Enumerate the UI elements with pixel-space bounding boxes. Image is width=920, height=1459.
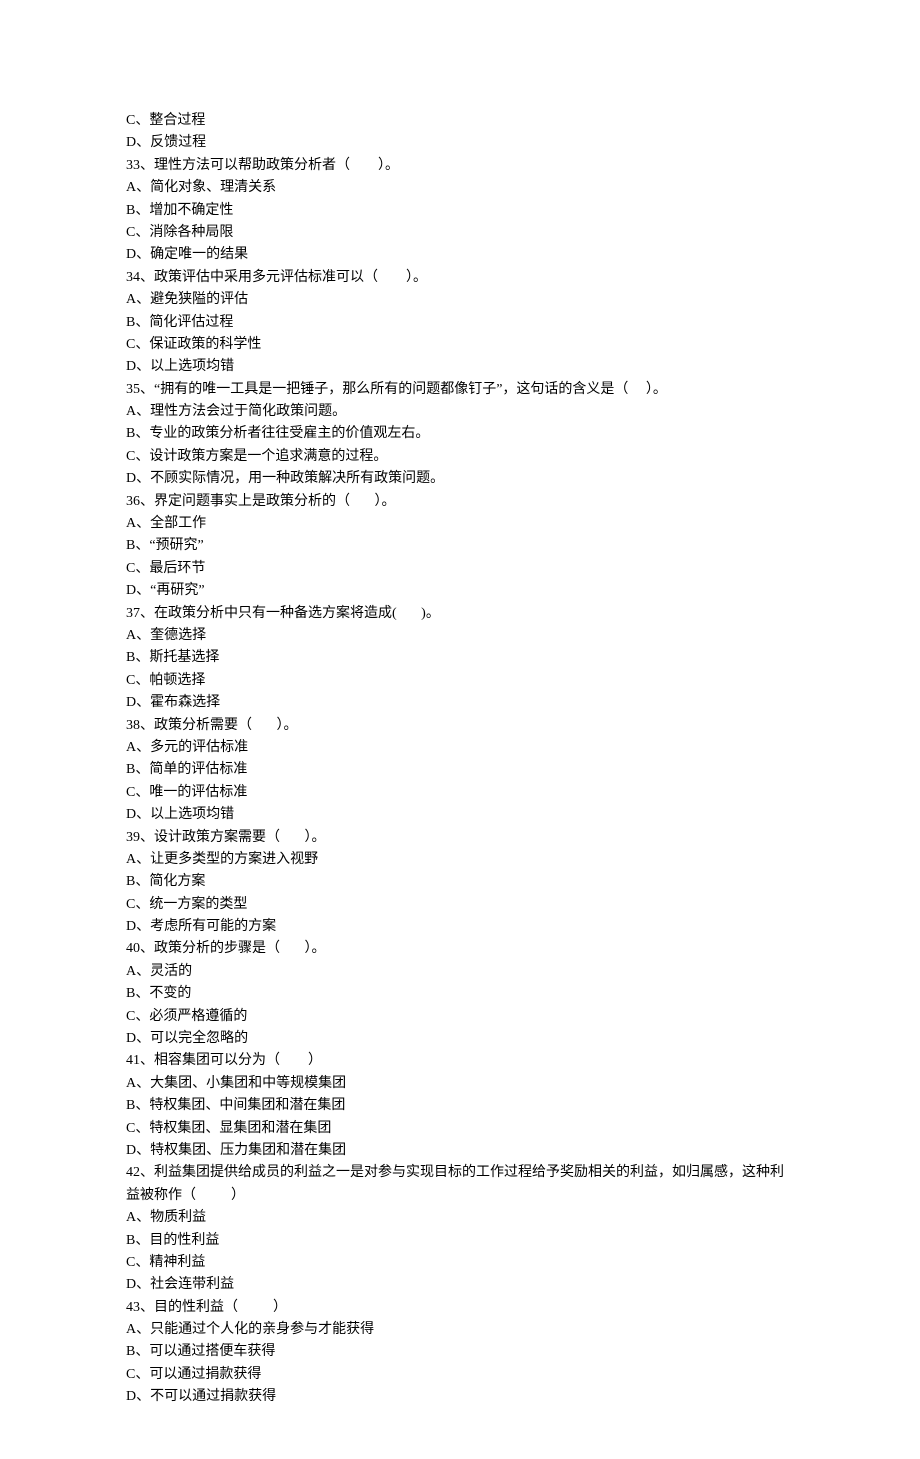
text-line: B、增加不确定性: [126, 200, 794, 222]
text-line: C、整合过程: [126, 110, 794, 132]
text-line: A、理性方法会过于简化政策问题。: [126, 401, 794, 423]
text-line: C、设计政策方案是一个追求满意的过程。: [126, 446, 794, 468]
text-line: C、唯一的评估标准: [126, 782, 794, 804]
text-line: D、以上选项均错: [126, 356, 794, 378]
text-line: 33、理性方法可以帮助政策分析者（ ）。: [126, 155, 794, 177]
text-line: C、最后环节: [126, 558, 794, 580]
text-line: C、帕顿选择: [126, 670, 794, 692]
text-line: B、不变的: [126, 983, 794, 1005]
text-line: A、让更多类型的方案进入视野: [126, 849, 794, 871]
text-line: C、统一方案的类型: [126, 894, 794, 916]
text-line: B、可以通过搭便车获得: [126, 1341, 794, 1363]
text-line: D、特权集团、压力集团和潜在集团: [126, 1140, 794, 1162]
text-line: A、避免狭隘的评估: [126, 289, 794, 311]
text-line: D、社会连带利益: [126, 1274, 794, 1296]
text-line: D、霍布森选择: [126, 692, 794, 714]
text-line: B、简单的评估标准: [126, 759, 794, 781]
text-line: B、特权集团、中间集团和潜在集团: [126, 1095, 794, 1117]
text-line: 40、政策分析的步骤是（ ）。: [126, 938, 794, 960]
text-line: B、“预研究”: [126, 535, 794, 557]
text-line: C、可以通过捐款获得: [126, 1364, 794, 1386]
text-line: B、目的性利益: [126, 1230, 794, 1252]
text-line: A、奎德选择: [126, 625, 794, 647]
text-line: A、全部工作: [126, 513, 794, 535]
text-line: D、不可以通过捐款获得: [126, 1386, 794, 1408]
text-line: A、简化对象、理清关系: [126, 177, 794, 199]
text-line: A、多元的评估标准: [126, 737, 794, 759]
text-line: 34、政策评估中采用多元评估标准可以（ ）。: [126, 267, 794, 289]
text-line: D、可以完全忽略的: [126, 1028, 794, 1050]
text-line: 39、设计政策方案需要（ ）。: [126, 827, 794, 849]
text-line: 37、在政策分析中只有一种备选方案将造成( )。: [126, 603, 794, 625]
text-line: C、精神利益: [126, 1252, 794, 1274]
text-line: B、简化方案: [126, 871, 794, 893]
text-line: D、确定唯一的结果: [126, 244, 794, 266]
text-line: 35、“拥有的唯一工具是一把锤子，那么所有的问题都像钉子”，这句话的含义是（ ）…: [126, 379, 794, 401]
text-line: A、物质利益: [126, 1207, 794, 1229]
text-line: A、大集团、小集团和中等规模集团: [126, 1073, 794, 1095]
text-line: A、灵活的: [126, 961, 794, 983]
text-line: 41、相容集团可以分为（ ）: [126, 1050, 794, 1072]
text-line: B、斯托基选择: [126, 647, 794, 669]
text-line: D、反馈过程: [126, 132, 794, 154]
text-line: C、特权集团、显集团和潜在集团: [126, 1118, 794, 1140]
text-line: 42、利益集团提供给成员的利益之一是对参与实现目标的工作过程给予奖励相关的利益，…: [126, 1162, 794, 1207]
text-line: D、以上选项均错: [126, 804, 794, 826]
text-line: D、不顾实际情况，用一种政策解决所有政策问题。: [126, 468, 794, 490]
text-line: D、“再研究”: [126, 580, 794, 602]
text-line: C、保证政策的科学性: [126, 334, 794, 356]
text-line: C、消除各种局限: [126, 222, 794, 244]
text-line: 43、目的性利益（ ）: [126, 1297, 794, 1319]
text-line: A、只能通过个人化的亲身参与才能获得: [126, 1319, 794, 1341]
document-page: C、整合过程D、反馈过程33、理性方法可以帮助政策分析者（ ）。A、简化对象、理…: [0, 0, 920, 1459]
text-line: 38、政策分析需要（ ）。: [126, 715, 794, 737]
text-line: 36、界定问题事实上是政策分析的（ ）。: [126, 491, 794, 513]
text-line: D、考虑所有可能的方案: [126, 916, 794, 938]
text-line: B、专业的政策分析者往往受雇主的价值观左右。: [126, 423, 794, 445]
text-line: C、必须严格遵循的: [126, 1006, 794, 1028]
text-line: B、简化评估过程: [126, 312, 794, 334]
